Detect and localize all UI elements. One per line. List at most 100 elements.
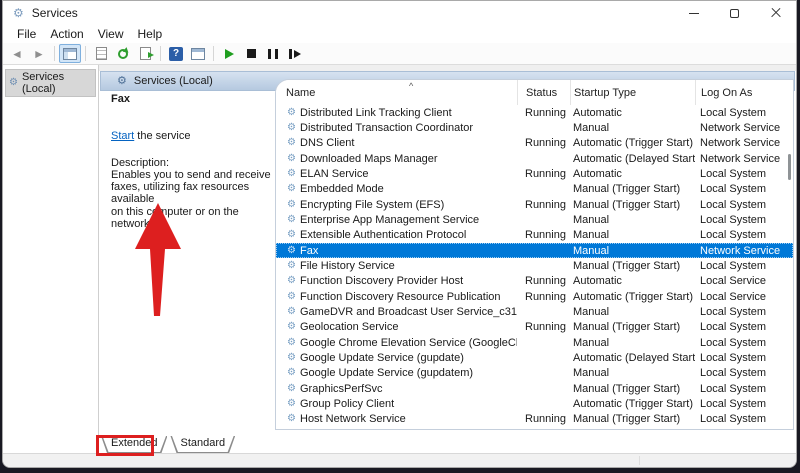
- service-row[interactable]: ⚙Geolocation ServiceRunningManual (Trigg…: [276, 320, 793, 335]
- minimize-button[interactable]: [673, 1, 714, 25]
- service-row[interactable]: ⚙Host Network ServiceRunningManual (Trig…: [276, 412, 793, 427]
- start-service-link[interactable]: Start: [111, 130, 134, 142]
- service-row[interactable]: ⚙Extensible Authentication ProtocolRunni…: [276, 228, 793, 243]
- menu-view[interactable]: View: [91, 26, 131, 42]
- column-header-name[interactable]: Name: [276, 80, 517, 105]
- service-row[interactable]: ⚙Google Update Service (gupdatem)ManualL…: [276, 366, 793, 381]
- service-row[interactable]: ⚙GraphicsPerfSvcManual (Trigger Start)Lo…: [276, 381, 793, 396]
- service-startup-type: Automatic (Trigger Start): [570, 396, 695, 411]
- window-title: Services: [32, 6, 78, 20]
- column-header-startup-type[interactable]: Startup Type: [570, 80, 695, 105]
- back-icon: ◄: [11, 48, 23, 60]
- service-row[interactable]: ⚙Function Discovery Resource Publication…: [276, 289, 793, 304]
- service-log-on-as: Local System: [695, 396, 793, 411]
- refresh-button[interactable]: [112, 44, 134, 63]
- service-row[interactable]: ⚙Enterprise App Management ServiceManual…: [276, 212, 793, 227]
- service-name: GameDVR and Broadcast User Service_c31fa: [300, 306, 517, 318]
- export-list-button[interactable]: [134, 44, 156, 63]
- service-name: Fax: [300, 245, 318, 257]
- properties-icon: [96, 47, 107, 60]
- service-row[interactable]: ⚙Embedded ModeManual (Trigger Start)Loca…: [276, 182, 793, 197]
- service-name: Embedded Mode: [300, 183, 384, 195]
- export-list-icon: [140, 47, 151, 60]
- service-gear-icon: ⚙: [287, 123, 300, 133]
- service-gear-icon: ⚙: [287, 200, 300, 210]
- back-button[interactable]: ◄: [6, 44, 28, 63]
- service-row[interactable]: ⚙DNS ClientRunningAutomatic (Trigger Sta…: [276, 136, 793, 151]
- service-startup-type: Manual (Trigger Start): [570, 412, 695, 427]
- service-status: Running: [517, 274, 570, 289]
- service-startup-type: Manual (Trigger Start): [570, 182, 695, 197]
- tree-item-services-local[interactable]: ⚙ Services (Local): [5, 69, 96, 97]
- menu-help[interactable]: Help: [131, 26, 170, 42]
- column-header-log-on-as[interactable]: Log On As: [695, 80, 793, 105]
- show-action-pane-button[interactable]: [187, 44, 209, 63]
- forward-button[interactable]: ►: [28, 44, 50, 63]
- service-name: Google Chrome Elevation Service (GoogleC…: [300, 337, 517, 349]
- service-name: Google Update Service (gupdatem): [300, 367, 473, 379]
- service-name: Distributed Link Tracking Client: [300, 107, 452, 119]
- service-name: Enterprise App Management Service: [300, 214, 479, 226]
- maximize-icon: [730, 9, 739, 18]
- service-row[interactable]: ⚙ELAN ServiceRunningAutomaticLocal Syste…: [276, 166, 793, 181]
- help-button[interactable]: ?: [165, 44, 187, 63]
- service-name: Host Network Service: [300, 413, 406, 425]
- restart-service-button[interactable]: [284, 44, 306, 63]
- service-status: Running: [517, 289, 570, 304]
- service-log-on-as: Local System: [695, 412, 793, 427]
- service-row[interactable]: ⚙Downloaded Maps ManagerAutomatic (Delay…: [276, 151, 793, 166]
- service-row[interactable]: ⚙File History ServiceManual (Trigger Sta…: [276, 258, 793, 273]
- service-startup-type: Manual: [570, 335, 695, 350]
- service-row[interactable]: ⚙Distributed Link Tracking ClientRunning…: [276, 105, 793, 120]
- service-row[interactable]: ⚙Function Discovery Provider HostRunning…: [276, 274, 793, 289]
- menu-file[interactable]: File: [10, 26, 43, 42]
- service-row[interactable]: ⚙Google Update Service (gupdate)Automati…: [276, 350, 793, 365]
- service-status: [517, 182, 570, 197]
- service-status: [517, 151, 570, 166]
- service-log-on-as: Local Service: [695, 274, 793, 289]
- service-log-on-as: Local System: [695, 350, 793, 365]
- show-console-tree-button[interactable]: [59, 44, 81, 63]
- service-log-on-as: Local System: [695, 335, 793, 350]
- tab-standard[interactable]: Standard: [170, 436, 235, 453]
- service-startup-type: Manual (Trigger Start): [570, 258, 695, 273]
- service-row[interactable]: ⚙GameDVR and Broadcast User Service_c31f…: [276, 304, 793, 319]
- service-name: ELAN Service: [300, 168, 368, 180]
- service-row[interactable]: ⚙Google Chrome Elevation Service (Google…: [276, 335, 793, 350]
- tab-extended[interactable]: Extended: [101, 436, 167, 453]
- service-gear-icon: ⚙: [287, 307, 300, 317]
- service-row[interactable]: ⚙Encrypting File System (EFS)RunningManu…: [276, 197, 793, 212]
- properties-button[interactable]: [90, 44, 112, 63]
- toolbar-separator: [85, 46, 86, 61]
- service-status: Running: [517, 136, 570, 151]
- maximize-button[interactable]: [714, 1, 755, 25]
- service-status: [517, 366, 570, 381]
- service-row[interactable]: ⚙Group Policy ClientAutomatic (Trigger S…: [276, 396, 793, 411]
- table-body: ⚙Distributed Link Tracking ClientRunning…: [276, 105, 793, 429]
- service-gear-icon: ⚙: [287, 384, 300, 394]
- close-button[interactable]: [755, 1, 796, 25]
- content-area: ⚙ Services (Local) Fax Start the service…: [99, 65, 796, 453]
- service-row[interactable]: ⚙Distributed Transaction CoordinatorManu…: [276, 120, 793, 135]
- service-gear-icon: ⚙: [287, 338, 300, 348]
- stop-service-button[interactable]: [240, 44, 262, 63]
- menu-action[interactable]: Action: [43, 26, 90, 42]
- toolbar: ◄ ►?: [3, 43, 796, 65]
- service-gear-icon: ⚙: [287, 276, 300, 286]
- pause-service-button[interactable]: [262, 44, 284, 63]
- service-status: Running: [517, 105, 570, 120]
- service-startup-type: Automatic (Trigger Start): [570, 289, 695, 304]
- service-status: [517, 350, 570, 365]
- vertical-scrollbar[interactable]: [788, 154, 791, 180]
- restart-service-icon: [289, 49, 301, 59]
- service-log-on-as: Network Service: [695, 120, 793, 135]
- start-service-button[interactable]: [218, 44, 240, 63]
- column-header-status[interactable]: Status: [517, 80, 570, 105]
- status-bar: [3, 453, 796, 467]
- selected-service-name: Fax: [111, 93, 130, 105]
- service-status: [517, 396, 570, 411]
- service-row[interactable]: ⚙FaxManualNetwork Service: [276, 243, 793, 258]
- service-gear-icon: ⚙: [287, 322, 300, 332]
- service-log-on-as: Local System: [695, 228, 793, 243]
- service-startup-type: Manual: [570, 243, 695, 258]
